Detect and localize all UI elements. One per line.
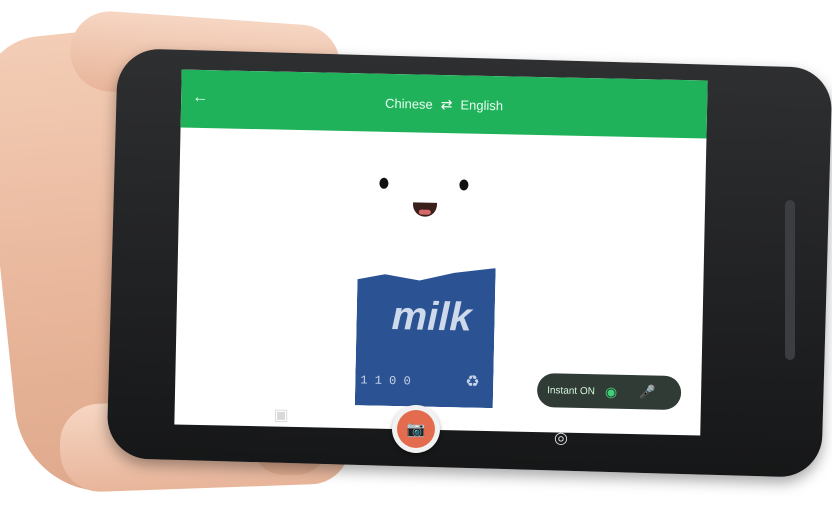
camera-shutter-button[interactable]: 📷 — [392, 405, 440, 453]
eye-icon[interactable]: ◉ — [605, 383, 618, 400]
source-language[interactable]: Chinese — [385, 95, 433, 111]
mic-icon[interactable]: 🎤 — [639, 384, 655, 400]
settings-icon[interactable]: ◎ — [550, 428, 572, 450]
camera-icon: 📷 — [397, 410, 435, 448]
phone-side-button — [785, 200, 795, 360]
phone-screen: ← Chinese ⇄ English milk 1 1 0 0 ♻ Insta… — [174, 69, 708, 436]
carton-eye-left — [379, 177, 389, 189]
barcode-text: 1 1 0 0 — [360, 373, 411, 389]
language-selector: Chinese ⇄ English — [385, 94, 503, 113]
swap-arrows-icon[interactable]: ⇄ — [441, 95, 453, 112]
target-language[interactable]: English — [460, 97, 503, 113]
instant-label[interactable]: Instant ON — [547, 385, 595, 397]
recycle-icon: ♻ — [465, 373, 480, 391]
instant-translate-toggle[interactable]: Instant ON ◉ 🎤 — [536, 373, 682, 411]
photo-stage: ← Chinese ⇄ English milk 1 1 0 0 ♻ Insta… — [0, 0, 832, 518]
product-text: milk — [391, 293, 473, 340]
gallery-icon[interactable]: ▣ — [272, 405, 290, 427]
app-bar: ← Chinese ⇄ English — [180, 69, 708, 139]
back-arrow-icon[interactable]: ← — [189, 87, 211, 109]
carton-mouth — [412, 202, 438, 217]
carton-eye-right — [459, 179, 469, 191]
